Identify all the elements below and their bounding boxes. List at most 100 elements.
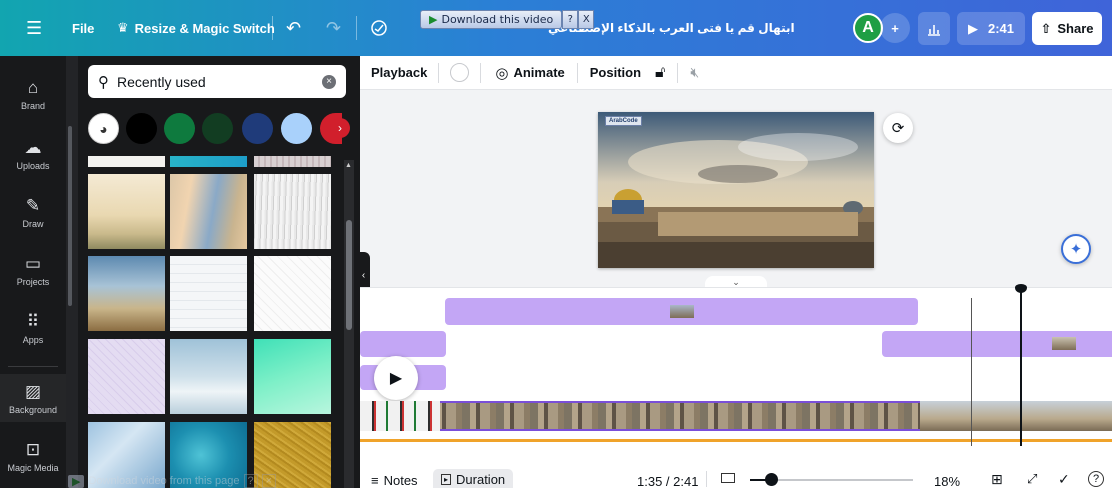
download-video-button[interactable]: ▶ Download this video xyxy=(420,10,563,29)
background-thumbnail[interactable] xyxy=(88,339,165,414)
chevron-right-icon[interactable]: › xyxy=(330,118,350,138)
download-close-button[interactable]: X xyxy=(578,10,595,29)
rail-scrollbar[interactable] xyxy=(66,56,78,488)
rail-item-apps[interactable]: ⠿ Apps xyxy=(0,312,66,345)
divider xyxy=(272,16,273,40)
background-panel: ⚲ Recently used × ◕ › ▶ Download video f… xyxy=(68,56,360,488)
notes-label: Notes xyxy=(383,473,418,488)
undo-icon[interactable]: ↶ xyxy=(286,0,301,56)
notes-button[interactable]: ≡ Notes xyxy=(371,473,418,488)
folder-icon: ▭ xyxy=(24,254,42,273)
audio-waveform-track[interactable] xyxy=(360,439,1112,442)
rail-item-background[interactable]: ▨ Background xyxy=(0,374,66,422)
divider xyxy=(677,62,679,83)
search-input[interactable]: ⚲ Recently used × xyxy=(88,65,346,98)
play-green-icon: ▶ xyxy=(429,13,438,26)
download-page-overlay[interactable]: ▶ Download video from this page ? × xyxy=(68,474,277,488)
share-button[interactable]: ⇧ Share xyxy=(1032,12,1102,45)
refresh-comment-button[interactable]: ⟳ xyxy=(883,113,913,143)
color-swatch[interactable] xyxy=(164,113,195,144)
canvas-page[interactable]: ArabCode xyxy=(598,112,874,268)
scroll-thumb[interactable] xyxy=(346,220,352,330)
video-track-start xyxy=(360,401,440,431)
divider xyxy=(356,16,357,40)
rail-item-uploads[interactable]: ☁ Uploads xyxy=(0,138,66,171)
timeline: ▶ xyxy=(360,284,1112,467)
play-button[interactable]: ▶ 2:41 xyxy=(957,12,1025,45)
rail-label: Brand xyxy=(20,101,46,111)
color-swatch[interactable] xyxy=(126,113,157,144)
duration-icon: ▸ xyxy=(441,474,452,485)
clip-thumbnail xyxy=(670,305,694,318)
background-thumbnail[interactable] xyxy=(170,156,247,167)
insights-icon[interactable] xyxy=(918,12,950,45)
color-circle-button[interactable] xyxy=(450,63,470,82)
background-thumbnail[interactable] xyxy=(254,256,331,331)
background-thumbnail[interactable] xyxy=(254,339,331,414)
rail-item-draw[interactable]: ✎ Draw xyxy=(0,196,66,229)
scene-clip[interactable] xyxy=(882,331,1112,357)
avatar[interactable]: A xyxy=(853,13,883,43)
close-icon: × xyxy=(261,474,277,488)
cloud-upload-icon: ☁ xyxy=(24,138,42,157)
background-thumbnail[interactable] xyxy=(254,174,331,249)
background-thumbnail[interactable] xyxy=(170,256,247,331)
playhead[interactable] xyxy=(1020,288,1022,446)
divider xyxy=(576,62,578,83)
background-thumbnail[interactable] xyxy=(88,156,165,167)
scroll-thumb[interactable] xyxy=(68,126,72,306)
play-green-icon: ▶ xyxy=(68,474,85,488)
scroll-up-icon[interactable]: ▲ xyxy=(345,162,352,169)
arabcode-logo: ArabCode xyxy=(605,116,642,126)
add-collaborator-icon[interactable]: + xyxy=(880,13,910,43)
help-icon: ? xyxy=(243,474,258,488)
duration-button[interactable]: ▸ Duration xyxy=(433,469,514,488)
scene-clip[interactable] xyxy=(445,298,918,325)
position-button[interactable]: Position xyxy=(590,65,641,80)
check-circle-icon[interactable]: ✓ xyxy=(1058,471,1070,488)
page-view-icon[interactable] xyxy=(721,473,735,483)
background-thumbnail[interactable] xyxy=(254,156,331,167)
download-label: Download this video xyxy=(441,13,554,26)
magic-assistant-button[interactable]: ✦ xyxy=(1061,234,1091,264)
divider xyxy=(438,62,440,83)
color-swatch[interactable] xyxy=(281,113,312,144)
grid-view-icon[interactable]: ⊞ xyxy=(991,471,1003,488)
help-icon[interactable]: ? xyxy=(1088,471,1104,487)
add-comment-icon: ⟳ xyxy=(891,120,905,137)
rail-item-projects[interactable]: ▭ Projects xyxy=(0,254,66,287)
color-swatch[interactable] xyxy=(242,113,273,144)
resize-magic-switch-button[interactable]: ♛ Resize & Magic Switch xyxy=(117,0,275,56)
animate-button[interactable]: Animate xyxy=(513,65,564,80)
redo-icon[interactable]: ↷ xyxy=(326,0,341,56)
clear-search-icon[interactable]: × xyxy=(322,74,336,89)
zoom-slider-thumb[interactable] xyxy=(765,473,778,486)
background-thumbnail[interactable] xyxy=(170,174,247,249)
share-label: Share xyxy=(1057,21,1094,36)
zoom-level[interactable]: 18% xyxy=(934,474,960,488)
download-page-label: Download video from this page xyxy=(88,475,240,487)
background-thumbnail[interactable] xyxy=(88,174,165,249)
background-thumbnail[interactable] xyxy=(88,256,165,331)
fullscreen-icon[interactable]: ⤢ xyxy=(1027,471,1037,487)
color-picker-icon[interactable]: ◕ xyxy=(88,113,119,144)
lock-icon[interactable]: 🔓︎ xyxy=(655,64,665,82)
background-thumbnail[interactable] xyxy=(170,339,247,414)
audio-clip[interactable] xyxy=(360,331,446,357)
panel-scrollbar[interactable]: ▲ xyxy=(344,160,354,488)
color-swatch[interactable] xyxy=(202,113,233,144)
cloud-save-icon[interactable] xyxy=(370,0,388,56)
sparkle-icon: ✦ xyxy=(1069,241,1083,258)
mute-icon[interactable]: 🔇︎ xyxy=(690,64,699,81)
file-menu[interactable]: File xyxy=(72,0,94,56)
download-help-button[interactable]: ? xyxy=(562,10,579,29)
jerusalem-image xyxy=(598,112,874,268)
rail-item-magic-media[interactable]: ⊡ Magic Media xyxy=(0,440,66,473)
hamburger-icon[interactable]: ☰ xyxy=(26,0,42,56)
search-value: Recently used xyxy=(117,73,206,90)
timeline-play-button[interactable]: ▶ xyxy=(374,356,418,400)
rail-item-brand[interactable]: ⌂ Brand xyxy=(0,78,66,111)
playback-button[interactable]: Playback xyxy=(371,65,427,80)
playhead-handle[interactable] xyxy=(1015,284,1027,293)
search-icon: ⚲ xyxy=(98,73,109,91)
